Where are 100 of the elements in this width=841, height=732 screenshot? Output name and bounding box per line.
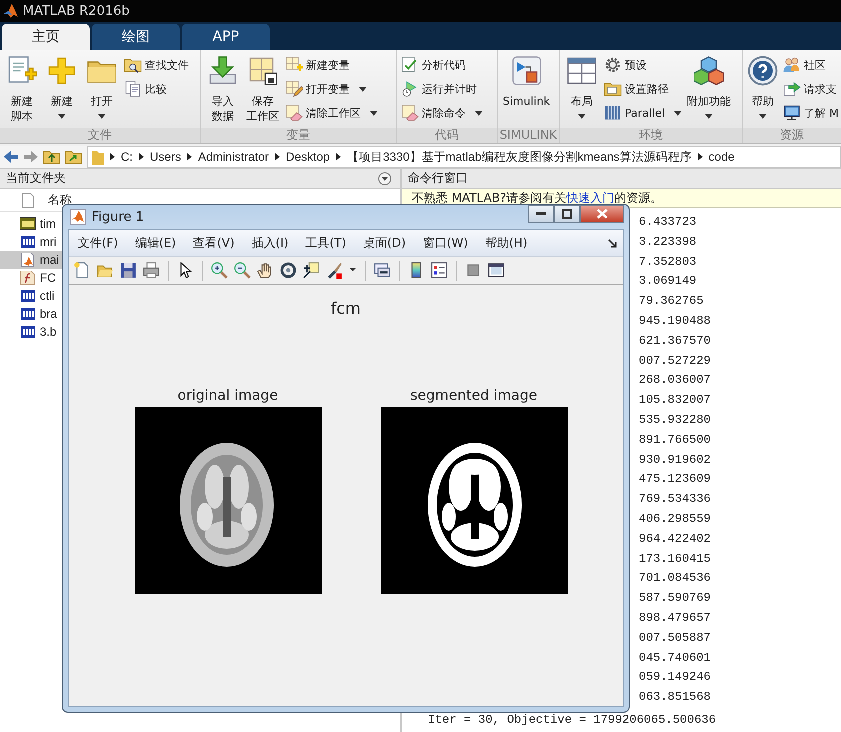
script-file-icon	[20, 253, 36, 267]
gear-icon	[604, 56, 622, 74]
new-file-icon[interactable]	[74, 262, 91, 279]
timer-icon	[401, 80, 419, 98]
ribbon-group-label: 文件	[0, 128, 200, 143]
file-row[interactable]: 3.b	[0, 323, 62, 341]
menu-item[interactable]: 窗口(W)	[423, 234, 468, 252]
ribbon-button[interactable]: 打开变量	[285, 79, 378, 99]
ribbon-button[interactable]: 打开	[84, 54, 120, 128]
close-button[interactable]	[580, 205, 624, 223]
path-segment[interactable]: Desktop	[286, 150, 330, 164]
ribbon-group-label: 变量	[201, 128, 396, 143]
output-line: 621.367570	[639, 334, 712, 348]
file-row[interactable]: FC	[0, 269, 62, 287]
path-segment[interactable]: C:	[121, 150, 133, 164]
save-icon[interactable]	[120, 262, 137, 279]
notice-link[interactable]: 快速入门	[566, 190, 615, 206]
output-line: 7.352803	[639, 254, 697, 269]
ribbon-button[interactable]: Parallel	[604, 103, 682, 123]
menu-item[interactable]: 插入(I)	[252, 234, 289, 252]
file-name: FC	[40, 271, 56, 285]
ribbon-button[interactable]: Simulink	[502, 54, 552, 128]
file-row[interactable]: tim	[0, 215, 62, 233]
ribbon-button[interactable]: 新建 脚本	[4, 54, 40, 128]
checklist-icon	[401, 56, 419, 74]
menu-item[interactable]: 查看(V)	[193, 234, 235, 252]
zoom-out-icon[interactable]	[234, 262, 251, 279]
monitor-icon	[783, 104, 801, 122]
ribbon-button[interactable]: 保存 工作区	[245, 54, 281, 128]
ribbon-button[interactable]: 附加功能	[686, 54, 732, 128]
file-row[interactable]: ctli	[0, 287, 62, 305]
output-line: 3.069149	[639, 274, 697, 288]
file-row[interactable]: mri	[0, 233, 62, 251]
menu-item[interactable]: 帮助(H)	[485, 234, 528, 252]
minimize-button[interactable]	[528, 205, 554, 223]
ribbon-button[interactable]: 设置路径	[604, 79, 682, 99]
ribbon-group-label: 环境	[560, 128, 742, 143]
ribbon-button[interactable]: 运行并计时	[401, 79, 483, 99]
output-line: 173.160415	[639, 552, 712, 566]
output-line: 891.766500	[639, 432, 712, 447]
path-segment[interactable]: Administrator	[198, 150, 270, 164]
file-icon	[22, 192, 34, 208]
brush-icon[interactable]	[326, 262, 343, 279]
column-header[interactable]: 名称	[48, 192, 72, 208]
ribbon-button[interactable]: 帮助	[745, 54, 781, 128]
ribbon-tab[interactable]: APP	[182, 24, 270, 50]
menu-item[interactable]: 工具(T)	[306, 234, 346, 252]
output-line: 964.422402	[639, 532, 712, 546]
plot-tools-icon[interactable]	[488, 262, 505, 279]
caret-icon	[139, 153, 144, 161]
menu-item[interactable]: 编辑(E)	[135, 234, 176, 252]
hand-icon[interactable]	[257, 262, 274, 279]
ribbon-button[interactable]: 预设	[604, 55, 682, 75]
file-name: tim	[40, 217, 56, 231]
restore-icon	[562, 209, 572, 219]
ribbon-tab[interactable]: 绘图	[92, 24, 180, 50]
ribbon-button[interactable]: 布局	[564, 54, 600, 128]
ribbon-button[interactable]: 分析代码	[401, 55, 483, 75]
output-line: 769.534336	[639, 492, 712, 506]
file-name: bra	[40, 307, 58, 321]
panel-title: 当前文件夹	[6, 170, 66, 187]
axes-title: original image	[178, 388, 278, 404]
output-line: 268.036007	[639, 373, 712, 388]
path-segment[interactable]: code	[708, 150, 735, 164]
caret-icon	[336, 153, 342, 161]
ribbon-button[interactable]: 新建	[44, 54, 80, 128]
menu-item[interactable]: 文件(F)	[78, 234, 118, 252]
ribbon-button[interactable]: 社区	[783, 55, 839, 75]
ribbon-button[interactable]: 新建变量	[285, 55, 378, 75]
output-line: 930.919602	[639, 452, 712, 467]
file-row[interactable]: bra	[0, 305, 62, 323]
ribbon-button[interactable]: 清除命令	[401, 103, 483, 123]
file-row[interactable]: mai	[0, 251, 62, 269]
folder-up-icon	[43, 149, 61, 165]
folder-browse-icon	[65, 149, 83, 165]
address-field[interactable]: C: Users Administrator Desktop 【项目3330】基于matlab编程灰度图像分割kmeans算法源码程序 code	[87, 146, 841, 168]
legend-icon[interactable]	[431, 262, 448, 279]
ribbon-button[interactable]: 比较	[124, 79, 189, 99]
ribbon-button[interactable]: 查找文件	[124, 55, 189, 75]
ribbon-tab[interactable]: 主页	[2, 24, 90, 50]
matlab-logo-icon	[70, 209, 86, 225]
maximize-button[interactable]	[554, 205, 580, 223]
link-plot-icon[interactable]	[374, 262, 391, 279]
menu-item[interactable]: 桌面(D)	[363, 234, 406, 252]
path-segment[interactable]: Users	[150, 150, 182, 164]
ribbon-button[interactable]: 了解 M	[783, 103, 839, 123]
ribbon-group-label: 资源	[743, 128, 841, 143]
print-icon[interactable]	[143, 262, 160, 279]
minimize-icon	[536, 212, 546, 216]
ribbon-button[interactable]: 请求支	[783, 79, 839, 99]
ribbon-group-label: SIMULINK	[498, 128, 559, 143]
cubes-icon	[694, 56, 724, 86]
window-title: MATLAB R2016b	[23, 4, 130, 18]
zoom-in-icon[interactable]	[211, 262, 228, 279]
output-line: 105.832007	[639, 393, 712, 408]
data-cursor-icon[interactable]	[303, 262, 320, 279]
ribbon-button[interactable]: 清除工作区	[285, 103, 378, 123]
ribbon-button[interactable]: 导入 数据	[205, 54, 241, 128]
path-segment[interactable]: 【项目3330】基于matlab编程灰度图像分割kmeans算法源码程序	[347, 148, 692, 166]
square-icon[interactable]	[465, 262, 482, 279]
